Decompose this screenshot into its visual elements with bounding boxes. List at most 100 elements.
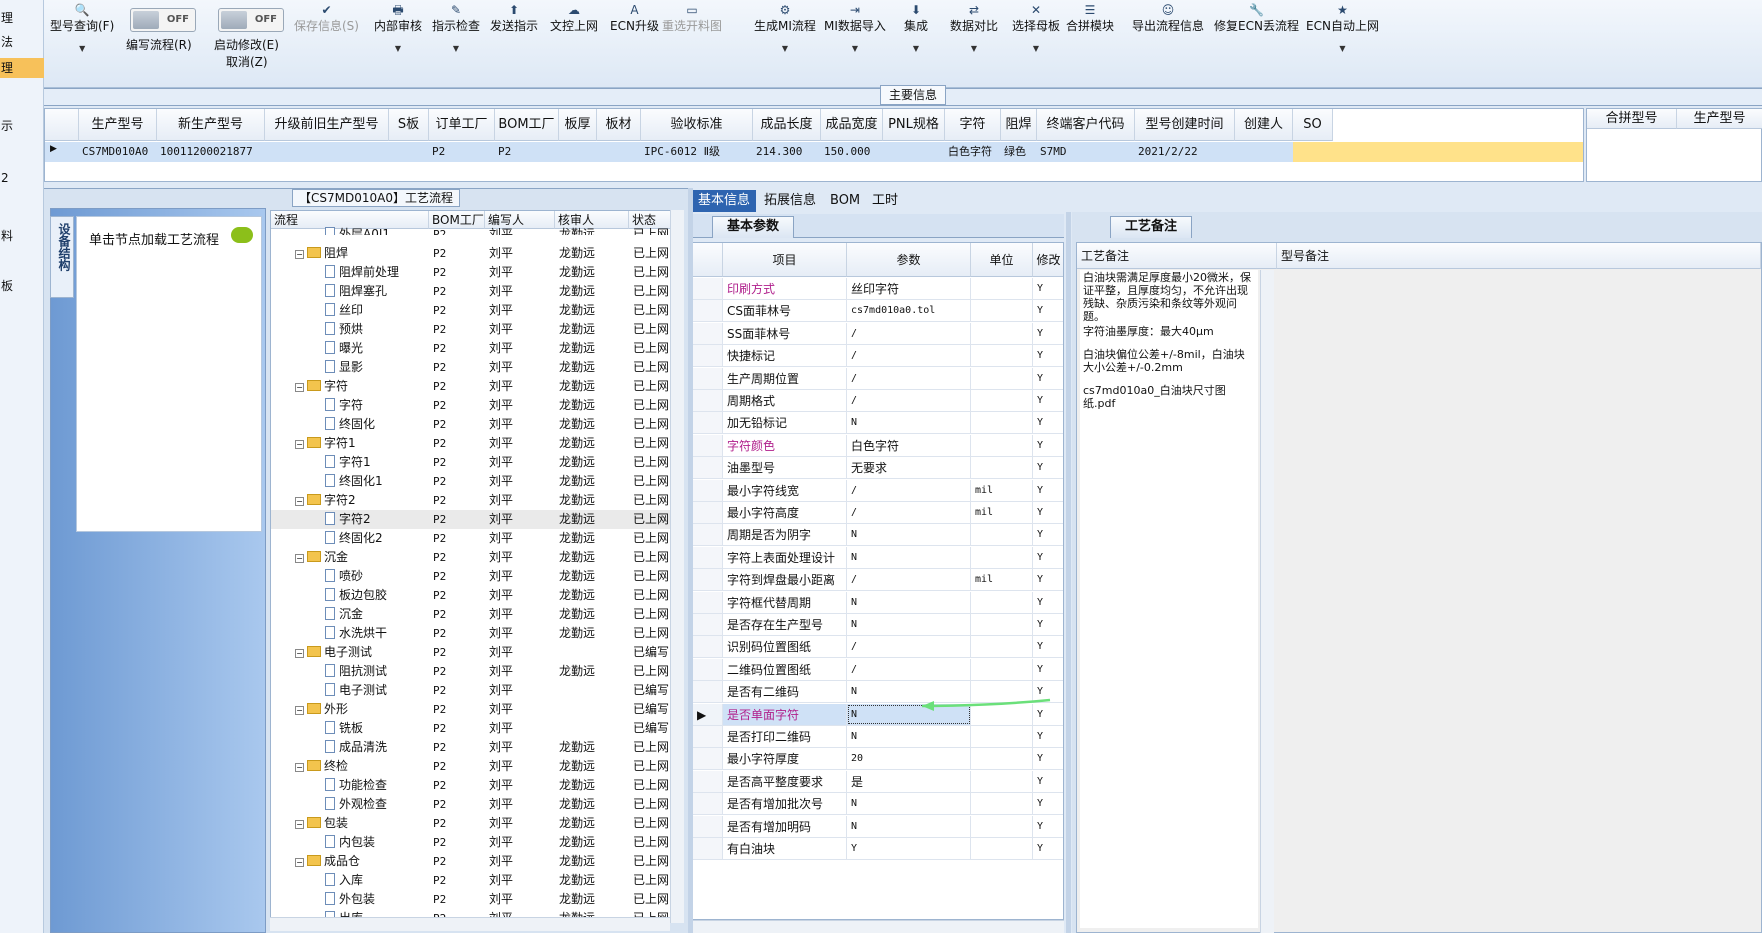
toolbar-image-button[interactable]: ▭ 重选开料图	[662, 2, 722, 34]
tree-node[interactable]: − 终检	[295, 757, 429, 776]
tree-row[interactable]: 阻抗测试 P2 刘平 龙勤远 已上网	[271, 662, 671, 681]
toolbar-save-button[interactable]: ✔ 保存信息(S)	[294, 2, 359, 34]
column-header[interactable]: 验收标准	[641, 109, 753, 141]
param-value[interactable]: N	[847, 726, 971, 747]
left-nav-item[interactable]: 2	[0, 168, 44, 188]
tree-row[interactable]: 曝光 P2 刘平 龙勤远 已上网	[271, 339, 671, 358]
param-column-header[interactable]: 参数	[847, 243, 971, 277]
param-row[interactable]: 是否有增加批次号 N Y	[693, 793, 1063, 816]
edit-flow-toggle[interactable]: OFF	[130, 8, 196, 32]
tree-row[interactable]: − 字符2 P2 刘平 龙勤远 已上网	[271, 491, 671, 510]
param-value[interactable]: N	[847, 546, 971, 568]
main-cell[interactable]	[597, 142, 641, 162]
param-value[interactable]: Y	[847, 838, 971, 859]
tree-row[interactable]: − 字符1 P2 刘平 龙勤远 已上网	[271, 434, 671, 453]
main-cell[interactable]	[389, 142, 429, 162]
param-row[interactable]: 字符上表面处理设计 N Y	[693, 546, 1063, 569]
side-tab-equipment[interactable]: 设备结构	[50, 216, 74, 298]
tree-row[interactable]: 入库 P2 刘平 龙勤远 已上网	[271, 871, 671, 890]
main-cell[interactable]: CS7MD010A0	[79, 142, 157, 162]
tree-row[interactable]: − 字符 P2 刘平 龙勤远 已上网	[271, 377, 671, 396]
main-cell[interactable]: 2021/2/22	[1135, 142, 1235, 162]
main-cell[interactable]: 绿色	[1001, 142, 1037, 162]
tree-node[interactable]: 外观检查	[325, 795, 429, 814]
tree-node[interactable]: 阻抗测试	[325, 662, 429, 681]
column-header[interactable]: 字符	[945, 109, 1001, 141]
tree-row[interactable]: 成品清洗 P2 刘平 龙勤远 已上网	[271, 738, 671, 757]
main-cell[interactable]: P2	[495, 142, 559, 162]
tree-node[interactable]: − 字符2	[295, 491, 429, 510]
collapse-icon[interactable]: −	[295, 554, 304, 563]
enable-modify-toggle[interactable]: OFF	[218, 8, 284, 32]
param-value[interactable]: /	[847, 390, 971, 411]
model-remarks-column-header[interactable]: 型号备注	[1277, 243, 1761, 269]
tree-node[interactable]: − 包装	[295, 814, 429, 833]
tree-node[interactable]: 丝印	[325, 301, 429, 320]
column-header[interactable]: 升级前旧生产型号	[265, 109, 389, 141]
param-row[interactable]: 二维码位置图纸 / Y	[693, 658, 1063, 681]
tree-node[interactable]: 字符	[325, 396, 429, 415]
main-cell[interactable]: 白色字符	[945, 142, 1001, 162]
splitter-right[interactable]	[1066, 212, 1071, 933]
toolbar-upgrade-button[interactable]: A ECN升级	[610, 2, 659, 34]
tree-node[interactable]: 板边包胶	[325, 586, 429, 605]
tree-node[interactable]: 外包装	[325, 890, 429, 909]
collapse-icon[interactable]: −	[295, 858, 304, 867]
param-row[interactable]: 加无铅标记 N Y	[693, 412, 1063, 435]
tree-row[interactable]: − 外形 P2 刘平 已编写	[271, 700, 671, 719]
main-cell[interactable]	[265, 142, 389, 162]
tree-row[interactable]: 终固化2 P2 刘平 龙勤远 已上网	[271, 529, 671, 548]
tree-node[interactable]: − 成品仓	[295, 852, 429, 871]
tab-param-0[interactable]: 基本信息	[692, 190, 757, 212]
tree-node[interactable]: 功能检查	[325, 776, 429, 795]
column-header[interactable]: 成品长度	[753, 109, 821, 141]
param-row[interactable]: 印刷方式 丝印字符 Y	[693, 278, 1063, 300]
toolbar-smile-button[interactable]: ☺ 导出流程信息	[1132, 2, 1204, 34]
tree-node[interactable]: 终固化2	[325, 529, 429, 548]
tree-row[interactable]: 水洗烘干 P2 刘平 龙勤远 已上网	[271, 624, 671, 643]
param-row[interactable]: 字符到焊盘最小距离 / mil Y	[693, 569, 1063, 592]
main-cell[interactable]: 10011200021877	[157, 142, 265, 162]
param-column-header[interactable]: 单位	[971, 243, 1033, 277]
left-nav-item[interactable]: 板	[0, 276, 44, 296]
collapse-icon[interactable]: −	[295, 497, 304, 506]
column-header[interactable]: BOM工厂	[495, 109, 559, 141]
param-row[interactable]: 周期格式 / Y	[693, 390, 1063, 412]
side-card[interactable]: 单击节点加载工艺流程	[76, 216, 262, 532]
tab-param-3[interactable]: 工时	[866, 190, 904, 212]
toolbar-compare-button[interactable]: ⇄ 数据对比 ▼	[950, 2, 998, 53]
param-value[interactable]: N	[847, 793, 971, 815]
param-row[interactable]: 快捷标记 / Y	[693, 345, 1063, 368]
column-header[interactable]: SO	[1293, 109, 1333, 141]
tree-node[interactable]: 成品清洗	[325, 738, 429, 757]
param-row[interactable]: SS面菲林号 / Y	[693, 322, 1063, 345]
param-value[interactable]: N	[847, 591, 971, 613]
tree-row[interactable]: 外观检查 P2 刘平 龙勤远 已上网	[271, 795, 671, 814]
param-row[interactable]: 有白油块 Y Y	[693, 838, 1063, 860]
toolbar-shuffle-button[interactable]: ✕ 选择母板 ▼	[1012, 2, 1060, 53]
toolbar-import-button[interactable]: ⇥ MI数据导入 ▼	[824, 2, 886, 53]
toolbar-star-button[interactable]: ★ ECN自动上网 ▼	[1306, 2, 1379, 53]
tree-row[interactable]: 喷砂 P2 刘平 龙勤远 已上网	[271, 567, 671, 586]
remarks-column-header[interactable]: 工艺备注	[1077, 243, 1277, 269]
main-cell[interactable]: 150.000	[821, 142, 883, 162]
toolbar-wrench-button[interactable]: 🔧 修复ECN丢流程	[1214, 2, 1299, 34]
tree-node[interactable]: 内包装	[325, 833, 429, 852]
param-row[interactable]: 周期是否为阴字 N Y	[693, 524, 1063, 547]
main-cell[interactable]: P2	[429, 142, 495, 162]
param-row[interactable]: 是否打印二维码 N Y	[693, 726, 1063, 748]
param-row[interactable]: 最小字符厚度 20 Y	[693, 748, 1063, 771]
tree-row[interactable]: 字符2 P2 刘平 龙勤远 已上网	[271, 510, 671, 529]
collapse-icon[interactable]: −	[295, 649, 304, 658]
tree-row[interactable]: 显影 P2 刘平 龙勤远 已上网	[271, 358, 671, 377]
tree-node[interactable]: 预烘	[325, 320, 429, 339]
param-column-header[interactable]: 项目	[723, 243, 847, 277]
tree-row[interactable]: − 阻焊 P2 刘平 龙勤远 已上网	[271, 244, 671, 263]
left-nav-item[interactable]: 料	[0, 226, 44, 246]
main-cell[interactable]: S7MD	[1037, 142, 1135, 162]
tree-row[interactable]: 电子测试 P2 刘平 已编写	[271, 681, 671, 700]
main-cell[interactable]	[559, 142, 597, 162]
tree-node[interactable]: − 字符	[295, 377, 429, 396]
column-header[interactable]: 板材	[597, 109, 641, 141]
param-value[interactable]: /	[847, 345, 971, 367]
